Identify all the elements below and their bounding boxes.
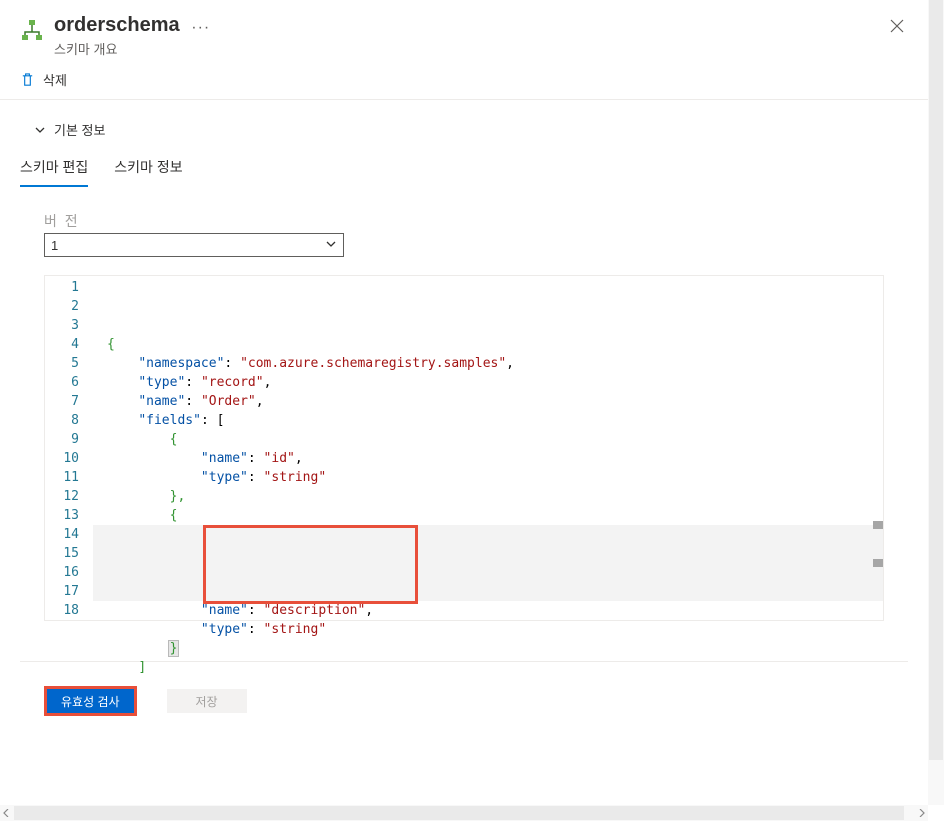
scrollbar-thumb[interactable]: [929, 0, 943, 760]
scrollbar-thumb[interactable]: [14, 806, 904, 820]
chevron-down-icon: [325, 238, 337, 253]
scroll-right-arrow[interactable]: [916, 807, 928, 819]
code-line[interactable]: {: [93, 335, 883, 354]
inserted-line-bg: [93, 582, 883, 601]
code-line[interactable]: ]: [93, 658, 883, 677]
version-select[interactable]: 1: [44, 233, 344, 257]
code-line[interactable]: "name": "description",: [93, 601, 883, 620]
editor-content[interactable]: { "namespace": "com.azure.schemaregistry…: [93, 276, 883, 620]
tabs: 스키마 편집 스키마 정보: [20, 153, 908, 187]
scroll-left-arrow[interactable]: [0, 807, 12, 819]
toolbar: 삭제: [0, 64, 928, 100]
chevron-down-icon: [34, 124, 46, 136]
code-line[interactable]: {: [93, 506, 883, 525]
code-line[interactable]: }: [93, 639, 883, 658]
version-label: 버 전: [44, 211, 344, 231]
horizontal-scrollbar[interactable]: [0, 805, 928, 821]
validate-button[interactable]: 유효성 검사: [47, 689, 134, 713]
vertical-scrollbar[interactable]: [928, 0, 944, 805]
inserted-line-bg: [93, 563, 883, 582]
delete-button[interactable]: 삭제: [43, 70, 67, 89]
schema-icon: [20, 18, 44, 42]
code-line[interactable]: {: [93, 430, 883, 449]
editor-gutter: 123456789101112131415161718: [45, 276, 93, 620]
page-subtitle: 스키마 개요: [54, 39, 886, 58]
code-line[interactable]: "type": "string": [93, 620, 883, 639]
tab-schema-edit[interactable]: 스키마 편집: [20, 153, 88, 187]
code-line[interactable]: },: [93, 487, 883, 506]
close-button[interactable]: [886, 14, 908, 40]
more-actions-button[interactable]: ···: [191, 19, 210, 37]
code-line[interactable]: "name": "Order",: [93, 392, 883, 411]
code-line[interactable]: "type": "string": [93, 468, 883, 487]
tab-schema-info[interactable]: 스키마 정보: [114, 153, 182, 187]
code-line[interactable]: "type": "record",: [93, 373, 883, 392]
minimap-marker: [873, 559, 883, 567]
delete-icon: [20, 72, 35, 87]
code-editor[interactable]: 123456789101112131415161718 { "namespace…: [44, 275, 884, 621]
basic-info-label: 기본 정보: [54, 120, 105, 139]
inserted-line-bg: [93, 544, 883, 563]
code-line[interactable]: "namespace": "com.azure.schemaregistry.s…: [93, 354, 883, 373]
inserted-line-bg: [93, 525, 883, 544]
code-line[interactable]: "name": "id",: [93, 449, 883, 468]
validate-highlight-box: 유효성 검사: [44, 686, 137, 716]
basic-info-toggle[interactable]: 기본 정보: [20, 112, 908, 153]
page-title: orderschema: [54, 14, 180, 37]
editor-minimap-scroll[interactable]: [869, 276, 883, 620]
panel-header: orderschema ··· 스키마 개요: [0, 0, 928, 64]
save-button[interactable]: 저장: [167, 689, 247, 713]
code-line[interactable]: "fields": [: [93, 411, 883, 430]
minimap-marker: [873, 521, 883, 529]
version-selected-value: 1: [51, 238, 58, 253]
